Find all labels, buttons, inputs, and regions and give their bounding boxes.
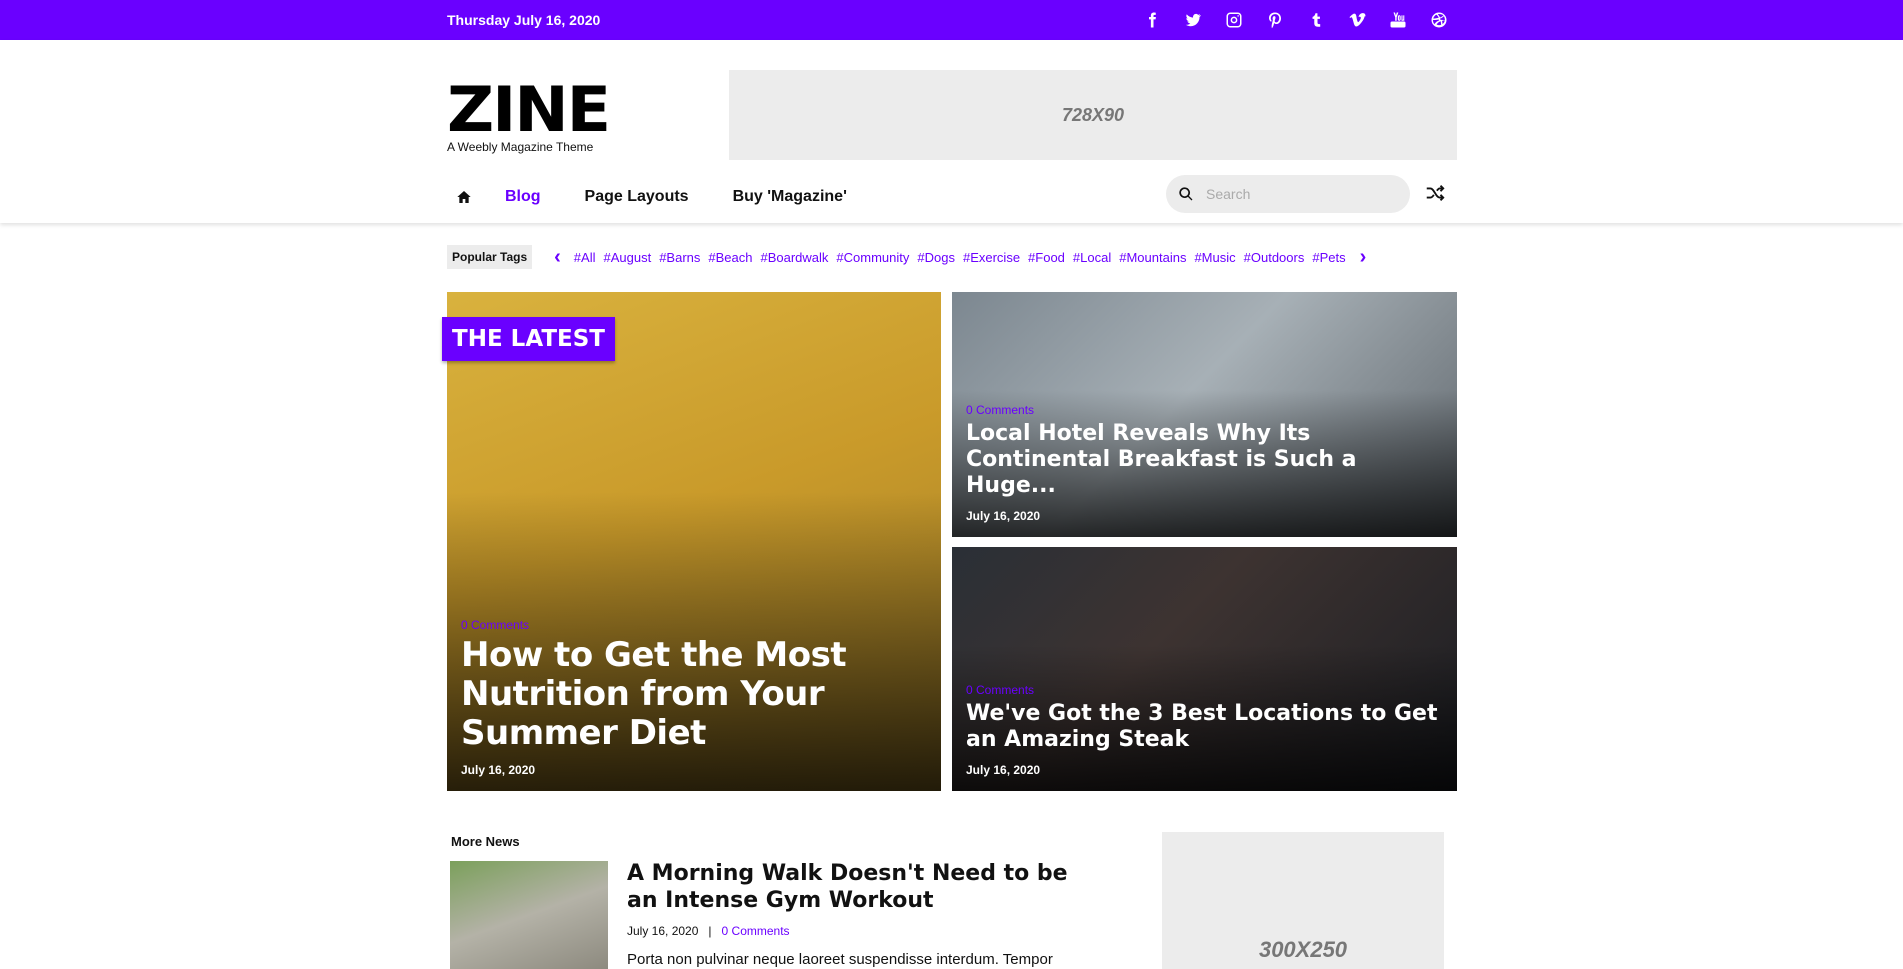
vimeo-icon[interactable] <box>1345 8 1369 32</box>
comments-link[interactable]: 0 Comments <box>966 403 1443 417</box>
article-date: July 16, 2020 <box>461 763 536 777</box>
tag-link[interactable]: #Barns <box>659 250 700 265</box>
article-date: July 16, 2020 <box>627 924 699 938</box>
home-icon[interactable] <box>447 180 481 214</box>
tag-link[interactable]: #All <box>574 250 596 265</box>
nav-item-buy-magazine[interactable]: Buy 'Magazine' <box>733 188 847 206</box>
search-box <box>1166 175 1410 213</box>
the-latest-badge: THE LATEST <box>442 317 615 361</box>
article-title[interactable]: Local Hotel Reveals Why Its Continental … <box>966 421 1443 499</box>
article-thumbnail[interactable] <box>450 861 608 969</box>
search-icon[interactable] <box>1178 186 1194 202</box>
card-text: 0 Comments We've Got the 3 Best Location… <box>966 683 1443 777</box>
facebook-icon[interactable] <box>1140 8 1164 32</box>
tag-link[interactable]: #Mountains <box>1119 250 1186 265</box>
tag-link[interactable]: #Dogs <box>917 250 955 265</box>
tag-link[interactable]: #Community <box>836 250 909 265</box>
tag-link[interactable]: #Pets <box>1312 250 1345 265</box>
tag-link[interactable]: #Exercise <box>963 250 1020 265</box>
featured-side-card[interactable]: 0 Comments We've Got the 3 Best Location… <box>952 547 1457 791</box>
shuffle-icon[interactable] <box>1420 178 1450 208</box>
article-date: July 16, 2020 <box>966 509 1041 523</box>
news-article-meta: July 16, 2020 | 0 Comments <box>627 924 790 938</box>
article-date: July 16, 2020 <box>966 763 1041 777</box>
card-text: 0 Comments Local Hotel Reveals Why Its C… <box>966 403 1443 523</box>
tumblr-icon[interactable] <box>1304 8 1328 32</box>
tag-link[interactable]: #August <box>603 250 651 265</box>
tag-link[interactable]: #Food <box>1028 250 1065 265</box>
news-article-title[interactable]: A Morning Walk Doesn't Need to be an Int… <box>627 860 1097 914</box>
sidebar-ad[interactable]: 300X250 <box>1162 832 1444 969</box>
tag-link[interactable]: #Boardwalk <box>760 250 828 265</box>
news-article-excerpt: Porta non pulvinar neque laoreet suspend… <box>627 951 1053 968</box>
main-nav: Blog Page Layouts Buy 'Magazine' <box>447 180 891 214</box>
nav-item-blog[interactable]: Blog <box>505 188 541 206</box>
comments-link[interactable]: 0 Comments <box>966 683 1443 697</box>
more-news-heading: More News <box>451 834 520 849</box>
tag-link[interactable]: #Outdoors <box>1244 250 1305 265</box>
card-text: 0 Comments How to Get the Most Nutrition… <box>461 618 927 777</box>
tag-link[interactable]: #Music <box>1194 250 1235 265</box>
featured-main-card[interactable]: 0 Comments How to Get the Most Nutrition… <box>447 292 941 791</box>
site-logo[interactable]: ZINE A Weebly Magazine Theme <box>447 79 611 155</box>
search-input[interactable] <box>1206 186 1396 202</box>
social-links <box>1140 8 1451 32</box>
tag-link[interactable]: #Local <box>1073 250 1111 265</box>
chevron-right-icon[interactable]: › <box>1360 247 1367 267</box>
top-bar: Thursday July 16, 2020 <box>0 0 1903 40</box>
popular-tags-bar: Popular Tags ‹ #All #August #Barns #Beac… <box>447 244 1457 270</box>
dribbble-icon[interactable] <box>1427 8 1451 32</box>
comments-link[interactable]: 0 Comments <box>722 924 790 938</box>
instagram-icon[interactable] <box>1222 8 1246 32</box>
youtube-icon[interactable] <box>1386 8 1410 32</box>
site-header: ZINE A Weebly Magazine Theme 728X90 Blog… <box>0 40 1903 223</box>
meta-separator: | <box>708 924 712 938</box>
featured-side-card[interactable]: 0 Comments Local Hotel Reveals Why Its C… <box>952 292 1457 537</box>
popular-tags-label: Popular Tags <box>447 245 533 269</box>
site-name: ZINE <box>447 73 611 146</box>
nav-item-page-layouts[interactable]: Page Layouts <box>585 188 689 206</box>
article-title[interactable]: We've Got the 3 Best Locations to Get an… <box>966 701 1443 753</box>
chevron-left-icon[interactable]: ‹ <box>554 247 561 267</box>
current-date: Thursday July 16, 2020 <box>447 12 601 28</box>
tags-list: #All #August #Barns #Beach #Boardwalk #C… <box>574 250 1346 265</box>
leaderboard-ad[interactable]: 728X90 <box>729 70 1457 160</box>
twitter-icon[interactable] <box>1181 8 1205 32</box>
article-title[interactable]: How to Get the Most Nutrition from Your … <box>461 636 927 753</box>
tag-link[interactable]: #Beach <box>708 250 752 265</box>
pinterest-icon[interactable] <box>1263 8 1287 32</box>
comments-link[interactable]: 0 Comments <box>461 618 927 632</box>
